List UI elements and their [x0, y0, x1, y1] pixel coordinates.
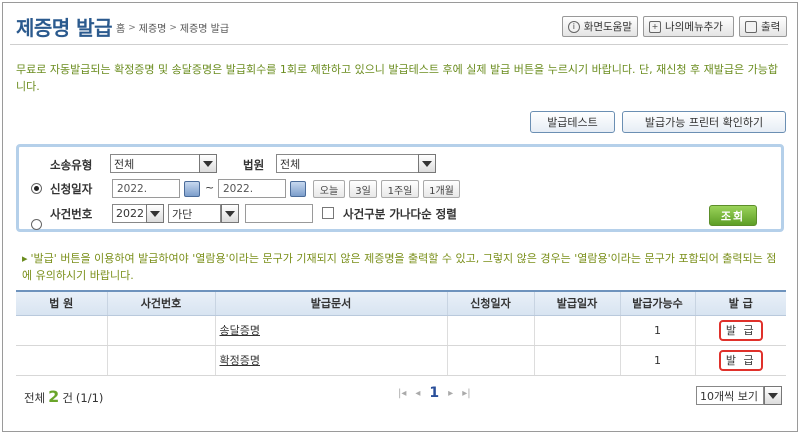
- print-button-label: 출력: [761, 21, 781, 33]
- bookmark-icon: +: [649, 20, 661, 33]
- case-no-radio[interactable]: [31, 219, 42, 230]
- col-issue-date: 발급일자: [533, 290, 620, 316]
- cell-court: [16, 315, 107, 346]
- cell-issue: 발 급: [694, 315, 786, 346]
- last-page-icon[interactable]: ▸|: [462, 388, 470, 399]
- add-my-menu-button[interactable]: + 나의메뉴추가: [643, 16, 734, 37]
- cell-court: [16, 345, 107, 376]
- first-page-icon[interactable]: |◂: [398, 388, 406, 399]
- page-info: (1/1): [75, 391, 104, 405]
- case-no-label: 사건번호: [50, 207, 93, 221]
- page-size-select[interactable]: 10개씩 보기: [696, 386, 764, 405]
- printer-icon: [745, 20, 757, 33]
- info-icon: i: [568, 20, 580, 33]
- breadcrumb: 홈 > 제증명 > 제증명 발급: [116, 20, 230, 36]
- total-suffix: 건: [62, 391, 73, 405]
- issue-button[interactable]: 발 급: [718, 349, 763, 371]
- case-gubun-select[interactable]: 가단: [168, 204, 221, 223]
- table-row: 송달증명 1 발 급: [16, 315, 786, 346]
- court-dropdown[interactable]: [418, 154, 436, 173]
- breadcrumb-current: 제증명 발급: [179, 24, 230, 35]
- total-prefix: 전체: [24, 391, 46, 405]
- issue-button[interactable]: 발 급: [718, 319, 763, 341]
- issue-limit-notice: 무료로 자동발급되는 확정증명 및 송달증명은 발급회수를 1회로 제한하고 있…: [16, 63, 778, 93]
- table-row: 확정증명 1 발 급: [16, 345, 786, 376]
- print-button[interactable]: 출력: [739, 16, 787, 37]
- cell-issue-date: [533, 315, 620, 346]
- calendar-icon[interactable]: [184, 181, 200, 197]
- help-button-label: 화면도움말: [583, 21, 632, 33]
- breadcrumb-home[interactable]: 홈: [116, 20, 125, 35]
- check-printer-button[interactable]: 발급가능 프린터 확인하기: [622, 111, 786, 133]
- results-table: 법 원 사건번호 발급문서 신청일자 발급일자 발급가능수 발 급 송달증명 1…: [16, 290, 786, 376]
- date-range-separator: ~: [205, 181, 215, 194]
- case-type-dropdown[interactable]: [199, 154, 217, 173]
- page-size-control: 10개씩 보기: [696, 386, 782, 405]
- chevron-right-icon: >: [128, 22, 136, 33]
- chevron-down-icon: [422, 160, 432, 167]
- page-title: 제증명 발급: [16, 16, 112, 40]
- year-select[interactable]: 2022: [112, 204, 147, 223]
- cell-issue: 발 급: [694, 345, 786, 376]
- help-button[interactable]: i 화면도움말: [562, 16, 638, 37]
- total-count: 전체 2 건 (1/1): [24, 387, 103, 406]
- one-month-button[interactable]: 1개월: [423, 180, 460, 198]
- chevron-right-icon: >: [169, 22, 177, 33]
- col-issue: 발 급: [694, 290, 786, 316]
- court-label: 법원: [243, 158, 265, 172]
- calendar-icon[interactable]: [290, 181, 306, 197]
- col-court: 법 원: [16, 290, 107, 316]
- chevron-down-icon: [768, 392, 778, 399]
- cell-available-count: 1: [619, 345, 695, 376]
- prev-page-icon[interactable]: ◂: [415, 388, 420, 399]
- add-my-menu-label: 나의메뉴추가: [665, 21, 723, 33]
- apply-date-radio[interactable]: [31, 183, 42, 194]
- chevron-down-icon: [150, 210, 160, 217]
- case-type-select[interactable]: 전체: [110, 154, 200, 173]
- warning-text: '발급' 버튼을 이용하여 발급하여야 '열람용'이라는 문구가 기재되지 않은…: [22, 252, 777, 282]
- case-no-input[interactable]: [245, 204, 313, 223]
- cell-issue-date: [533, 345, 620, 376]
- page-size-dropdown[interactable]: [764, 386, 782, 405]
- total-number: 2: [48, 387, 60, 406]
- table-header-row: 법 원 사건번호 발급문서 신청일자 발급일자 발급가능수 발 급: [16, 290, 786, 316]
- sort-label: 사건구분 가나다순 정렬: [343, 207, 457, 221]
- case-gubun-dropdown[interactable]: [221, 204, 239, 223]
- one-week-button[interactable]: 1주일: [381, 180, 419, 198]
- today-button[interactable]: 오늘: [313, 180, 345, 198]
- col-case-no: 사건번호: [106, 290, 215, 316]
- case-type-label: 소송유형: [50, 158, 93, 172]
- col-available-count: 발급가능수: [619, 290, 695, 316]
- current-page[interactable]: 1: [429, 385, 439, 401]
- cell-case-no: [106, 315, 215, 346]
- cell-case-no: [106, 345, 215, 376]
- document-link[interactable]: 송달증명: [214, 315, 447, 346]
- watermark-warning: ▸ '발급' 버튼을 이용하여 발급하여야 '열람용'이라는 문구가 기재되지 않…: [22, 250, 782, 284]
- header-divider: [10, 44, 788, 45]
- issue-test-button[interactable]: 발급테스트: [530, 111, 615, 133]
- cell-apply-date: [446, 345, 534, 376]
- pagination: |◂ ◂ 1 ▸ ▸|: [398, 385, 471, 401]
- cell-apply-date: [446, 315, 534, 346]
- search-button[interactable]: 조회: [709, 205, 757, 226]
- three-days-button[interactable]: 3일: [349, 180, 377, 198]
- next-page-icon[interactable]: ▸: [448, 388, 453, 399]
- year-dropdown[interactable]: [146, 204, 164, 223]
- court-select[interactable]: 전체: [276, 154, 419, 173]
- chevron-down-icon: [225, 210, 235, 217]
- breadcrumb-certificates[interactable]: 제증명: [139, 20, 167, 35]
- chevron-down-icon: [203, 160, 213, 167]
- sort-checkbox[interactable]: [322, 207, 334, 219]
- col-apply-date: 신청일자: [446, 290, 534, 316]
- document-link[interactable]: 확정증명: [214, 345, 447, 376]
- date-from-input[interactable]: 2022.: [112, 179, 180, 198]
- bullet-arrow-icon: ▸: [22, 252, 28, 265]
- apply-date-label: 신청일자: [50, 182, 93, 196]
- cell-available-count: 1: [619, 315, 695, 346]
- date-to-input[interactable]: 2022.: [218, 179, 286, 198]
- col-document: 발급문서: [214, 290, 447, 316]
